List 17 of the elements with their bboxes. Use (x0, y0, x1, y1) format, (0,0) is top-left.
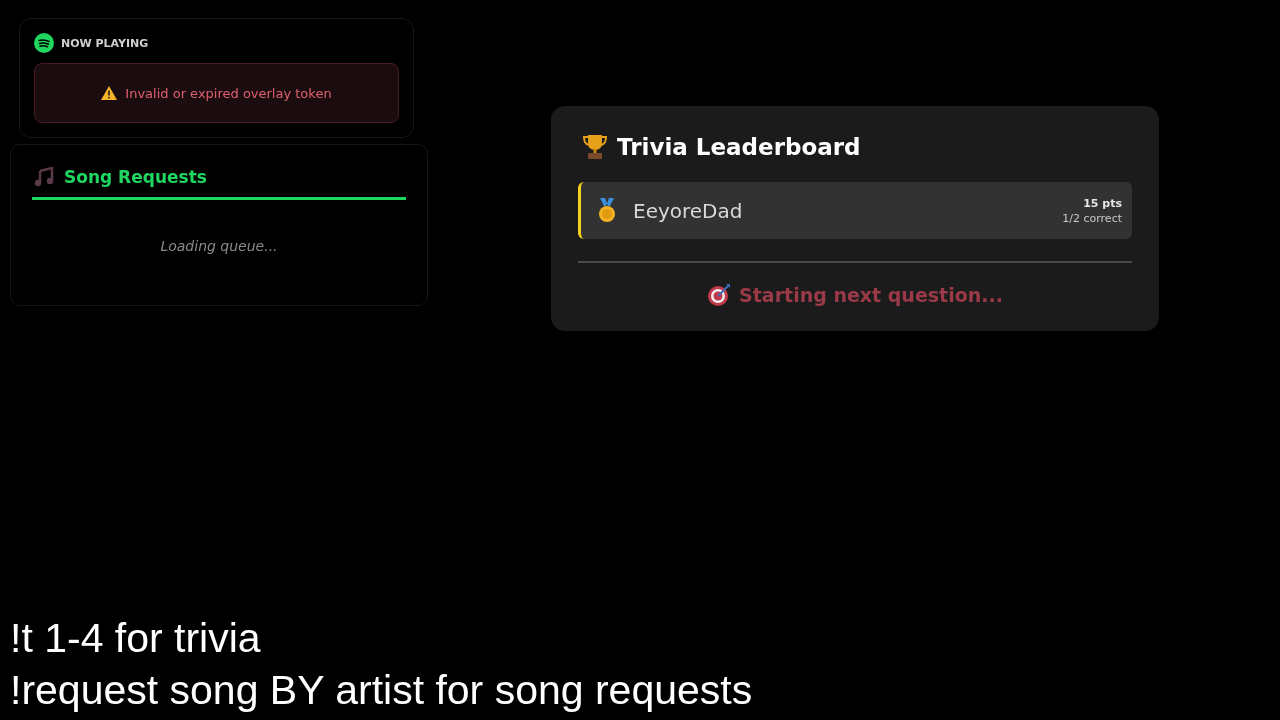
target-icon (707, 283, 732, 307)
now-playing-title: NOW PLAYING (61, 36, 149, 50)
error-text: Invalid or expired overlay token (125, 85, 332, 101)
correct-count: 1/2 correct (1062, 211, 1122, 225)
medal-icon (597, 197, 617, 224)
points-text: 15 pts (1083, 196, 1122, 210)
trophy-icon (583, 134, 607, 160)
spotify-icon (34, 33, 54, 53)
instruction-text: !t 1-4 for trivia (10, 614, 262, 663)
status-text: Starting next question... (739, 284, 1003, 306)
warning-icon (101, 86, 118, 100)
loading-text: Loading queue... (159, 238, 279, 254)
player-name: EeyoreDad (633, 198, 744, 223)
instruction-text: !request song BY artist for song requests (10, 666, 754, 715)
song-requests-title: Song Requests (64, 167, 207, 187)
music-note-icon (34, 167, 54, 187)
leaderboard-title: Trivia Leaderboard (617, 134, 861, 160)
